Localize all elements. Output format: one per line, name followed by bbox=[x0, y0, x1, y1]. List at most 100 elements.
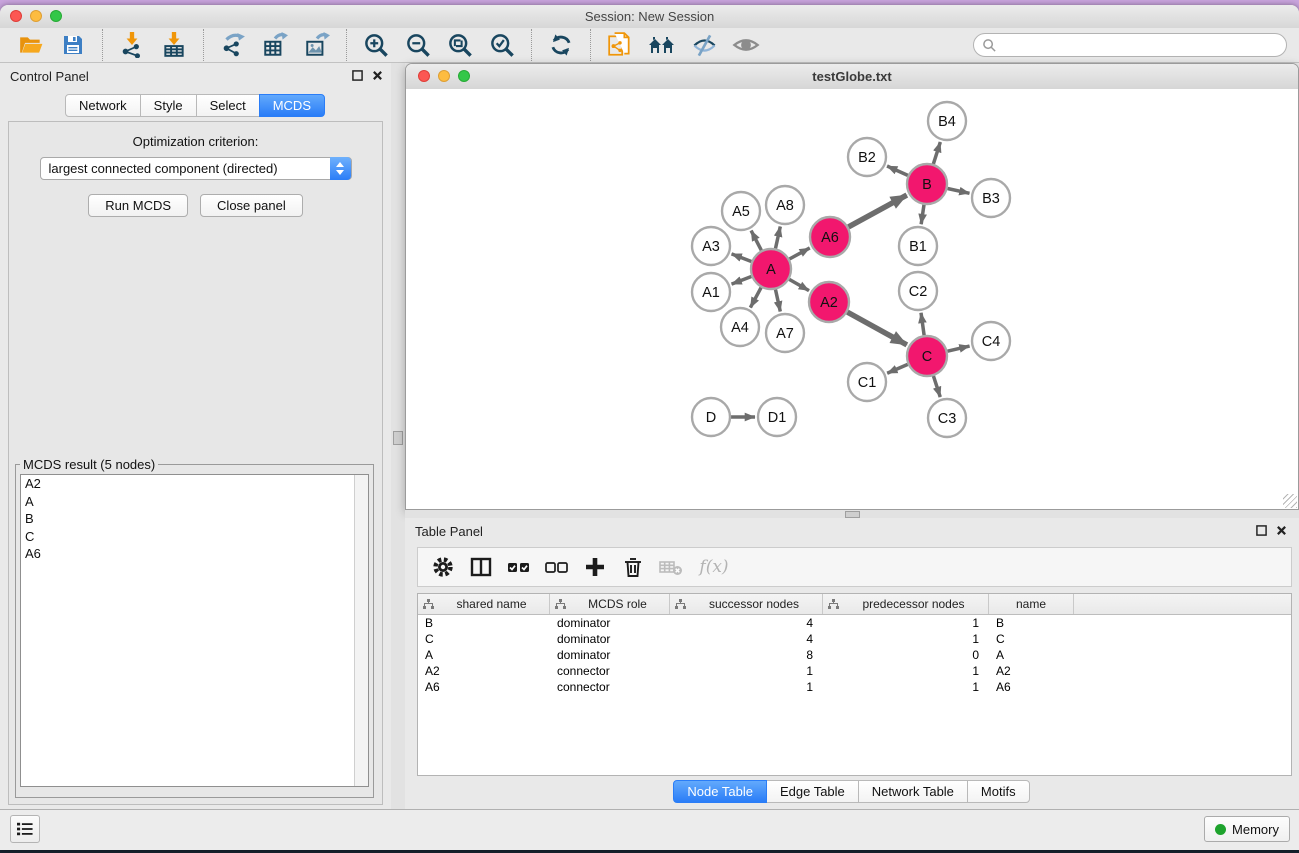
network-window-titlebar[interactable]: testGlobe.txt bbox=[406, 64, 1298, 90]
table-row[interactable]: Cdominator41C bbox=[418, 631, 1291, 647]
edge-A-A2[interactable] bbox=[789, 279, 809, 290]
column-header-MCDS-role[interactable]: MCDS role bbox=[550, 594, 670, 614]
mcds-result-item[interactable]: B bbox=[21, 510, 368, 528]
show-columns-icon[interactable] bbox=[467, 553, 495, 581]
tab-mcds[interactable]: MCDS bbox=[259, 94, 325, 117]
table-row[interactable]: A6connector11A6 bbox=[418, 679, 1291, 695]
graph-node-A4[interactable]: A4 bbox=[721, 308, 759, 346]
edge-C-C3[interactable] bbox=[933, 376, 940, 397]
edge-C-C1[interactable] bbox=[887, 364, 908, 373]
delete-column-trash-icon[interactable] bbox=[619, 553, 647, 581]
edge-A-A3[interactable] bbox=[732, 254, 752, 262]
graph-node-B3[interactable]: B3 bbox=[972, 179, 1010, 217]
graph-node-A[interactable]: A bbox=[751, 249, 791, 289]
edge-B-B3[interactable] bbox=[948, 188, 970, 193]
edge-B-B2[interactable] bbox=[887, 166, 908, 175]
edge-A-A6[interactable] bbox=[789, 248, 809, 259]
graph-node-A6[interactable]: A6 bbox=[810, 217, 850, 257]
mcds-result-item[interactable]: A6 bbox=[21, 545, 368, 563]
edge-A-A1[interactable] bbox=[732, 277, 752, 285]
select-all-icon[interactable] bbox=[505, 553, 533, 581]
graph-node-C2[interactable]: C2 bbox=[899, 272, 937, 310]
table-settings-gear-icon[interactable] bbox=[429, 553, 457, 581]
edge-A2-C[interactable] bbox=[847, 312, 906, 345]
criterion-select[interactable]: largest connected component (directed) bbox=[40, 157, 352, 180]
refresh-icon[interactable] bbox=[546, 30, 576, 60]
task-history-button[interactable] bbox=[10, 815, 40, 843]
horizontal-split-divider[interactable] bbox=[405, 510, 1299, 518]
memory-button[interactable]: Memory bbox=[1204, 816, 1290, 842]
graph-node-A5[interactable]: A5 bbox=[722, 192, 760, 230]
table-row[interactable]: Adominator80A bbox=[418, 647, 1291, 663]
open-file-icon[interactable] bbox=[16, 30, 46, 60]
table-row[interactable]: Bdominator41B bbox=[418, 615, 1291, 631]
new-network-from-selection-icon[interactable] bbox=[605, 30, 635, 60]
graph-node-A8[interactable]: A8 bbox=[766, 186, 804, 224]
network-canvas[interactable]: B4B2BB3A5A8A6B1A3AC2A1A2A4A7C4CC1C3DD1 bbox=[406, 89, 1298, 509]
graph-node-C1[interactable]: C1 bbox=[848, 363, 886, 401]
graph-node-C3[interactable]: C3 bbox=[928, 399, 966, 437]
edge-C-C4[interactable] bbox=[947, 346, 969, 351]
mcds-result-item[interactable]: A bbox=[21, 493, 368, 511]
column-header-shared-name[interactable]: shared name bbox=[418, 594, 550, 614]
edge-A6-B[interactable] bbox=[848, 195, 906, 227]
unselect-all-icon[interactable] bbox=[543, 553, 571, 581]
graph-node-B4[interactable]: B4 bbox=[928, 102, 966, 140]
close-panel-icon[interactable] bbox=[372, 70, 383, 81]
result-scrollbar[interactable] bbox=[354, 475, 368, 786]
import-table-icon[interactable] bbox=[159, 30, 189, 60]
edge-B-B4[interactable] bbox=[933, 142, 940, 164]
add-column-icon[interactable] bbox=[581, 553, 609, 581]
graph-node-A7[interactable]: A7 bbox=[766, 314, 804, 352]
edge-A-A5[interactable] bbox=[751, 231, 761, 251]
table-tab-network-table[interactable]: Network Table bbox=[858, 780, 968, 803]
zoom-out-icon[interactable] bbox=[403, 30, 433, 60]
float-panel-icon[interactable] bbox=[1256, 525, 1267, 536]
table-row[interactable]: A2connector11A2 bbox=[418, 663, 1291, 679]
float-panel-icon[interactable] bbox=[352, 70, 363, 81]
mcds-result-item[interactable]: A2 bbox=[21, 475, 368, 493]
divider-grip[interactable] bbox=[393, 431, 403, 445]
import-network-icon[interactable] bbox=[117, 30, 147, 60]
graph-node-B2[interactable]: B2 bbox=[848, 138, 886, 176]
tab-network[interactable]: Network bbox=[65, 94, 141, 117]
zoom-fit-icon[interactable] bbox=[445, 30, 475, 60]
show-graphics-details-icon[interactable] bbox=[731, 30, 761, 60]
graph-node-D[interactable]: D bbox=[692, 398, 730, 436]
graph-node-B1[interactable]: B1 bbox=[899, 227, 937, 265]
table-tab-edge-table[interactable]: Edge Table bbox=[766, 780, 859, 803]
close-panel-button[interactable]: Close panel bbox=[200, 194, 303, 217]
edge-B-B1[interactable] bbox=[921, 205, 924, 224]
column-header-successor-nodes[interactable]: successor nodes bbox=[670, 594, 823, 614]
tab-style[interactable]: Style bbox=[140, 94, 197, 117]
zoom-in-icon[interactable] bbox=[361, 30, 391, 60]
table-tab-motifs[interactable]: Motifs bbox=[967, 780, 1030, 803]
graph-node-A1[interactable]: A1 bbox=[692, 273, 730, 311]
mcds-result-item[interactable]: C bbox=[21, 528, 368, 546]
search-input[interactable] bbox=[997, 37, 1278, 53]
save-session-icon[interactable] bbox=[58, 30, 88, 60]
graph-node-A3[interactable]: A3 bbox=[692, 227, 730, 265]
run-mcds-button[interactable]: Run MCDS bbox=[88, 194, 188, 217]
node-table[interactable]: shared nameMCDS rolesuccessor nodesprede… bbox=[417, 593, 1292, 776]
export-network-icon[interactable] bbox=[218, 30, 248, 60]
search-field[interactable] bbox=[973, 33, 1287, 57]
column-header-predecessor-nodes[interactable]: predecessor nodes bbox=[823, 594, 989, 614]
edge-C-C2[interactable] bbox=[921, 313, 924, 335]
column-header-name[interactable]: name bbox=[989, 594, 1074, 614]
hide-visual-style-icon[interactable] bbox=[689, 30, 719, 60]
graph-node-B[interactable]: B bbox=[907, 164, 947, 204]
delete-table-icon[interactable] bbox=[657, 553, 685, 581]
graph-node-C[interactable]: C bbox=[907, 336, 947, 376]
edge-A-A4[interactable] bbox=[750, 288, 761, 308]
zoom-selected-icon[interactable] bbox=[487, 30, 517, 60]
table-tab-node-table[interactable]: Node Table bbox=[673, 780, 767, 803]
mcds-result-list[interactable]: A2ABCA6 bbox=[20, 474, 369, 787]
home-icon[interactable] bbox=[647, 30, 677, 60]
close-panel-icon[interactable] bbox=[1276, 525, 1287, 536]
vertical-split-divider[interactable] bbox=[391, 63, 405, 810]
edge-A-A7[interactable] bbox=[775, 290, 780, 312]
graph-node-A2[interactable]: A2 bbox=[809, 282, 849, 322]
function-builder-icon[interactable]: f(x) bbox=[695, 553, 733, 581]
window-resize-grip[interactable] bbox=[1283, 494, 1297, 508]
